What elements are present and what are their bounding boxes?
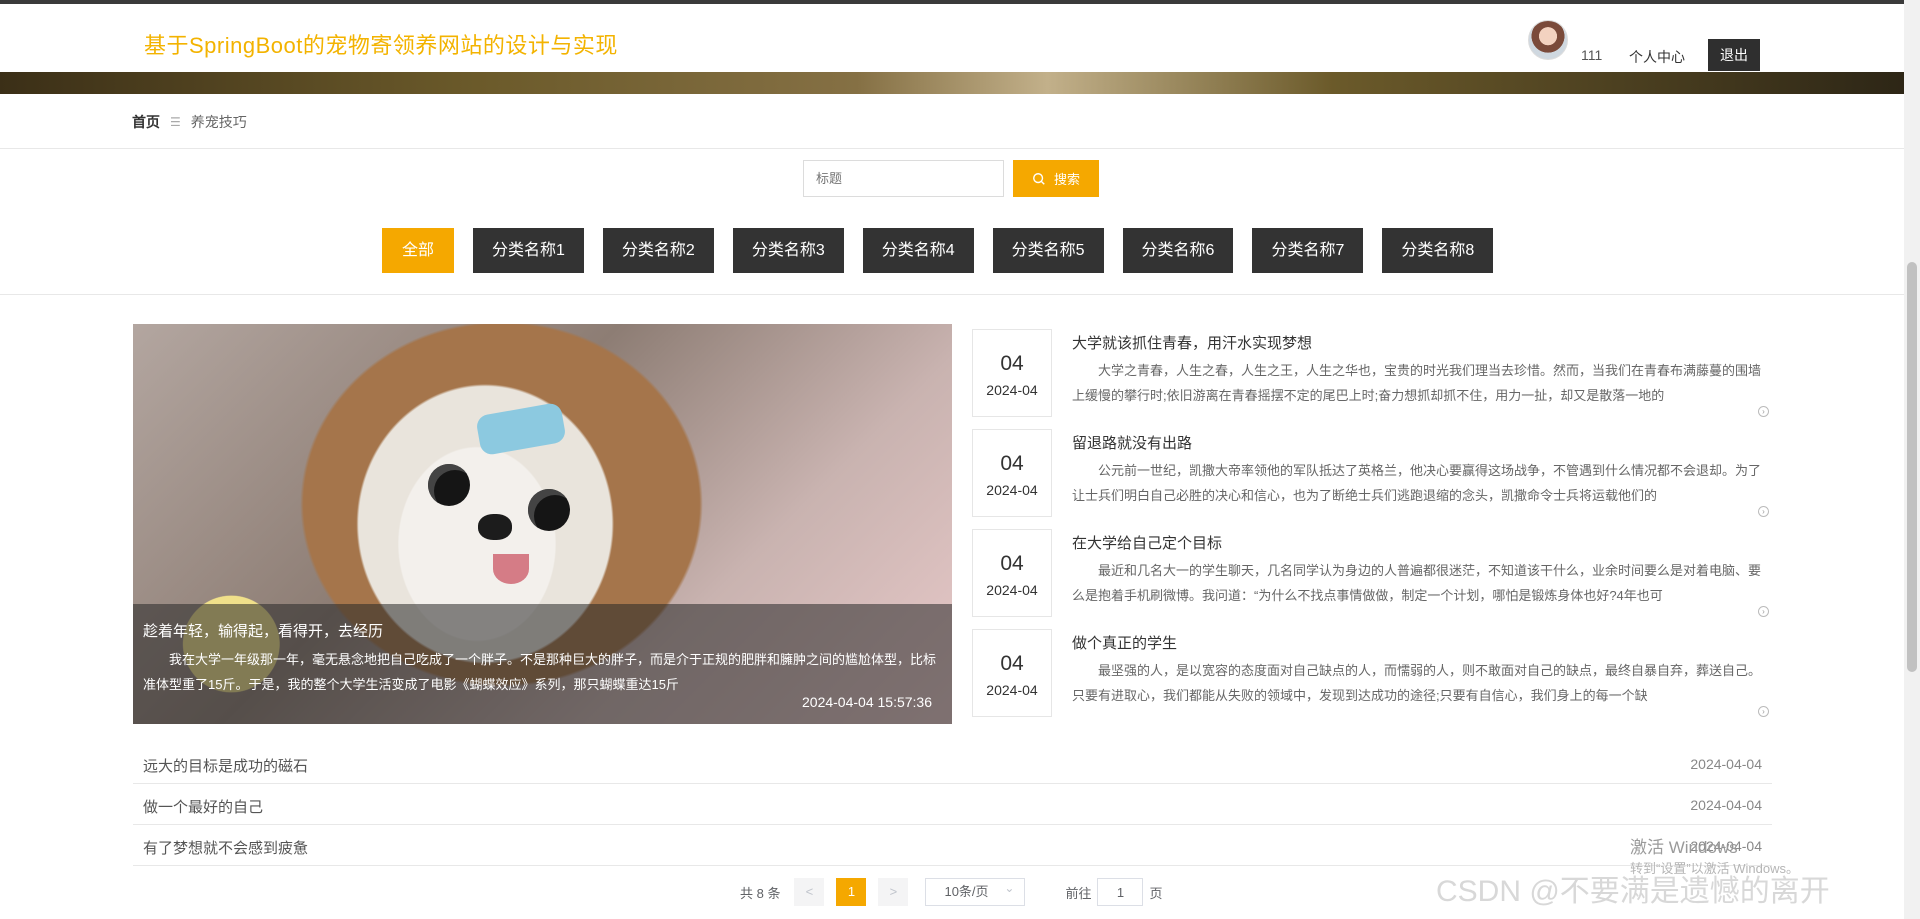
pagination-next-button[interactable]: > xyxy=(878,878,909,906)
news-description: 公元前一世纪，凯撒大帝率领他的军队抵达了英格兰，他决心要赢得这场战争，不管遇到什… xyxy=(1072,463,1762,503)
date-month: 2024-04 xyxy=(986,582,1038,598)
divider xyxy=(0,148,1904,149)
featured-time: 2024-04-04 15:57:36 xyxy=(802,694,932,710)
search-icon xyxy=(1033,172,1045,185)
user-avatar[interactable] xyxy=(1528,20,1568,60)
date-day: 04 xyxy=(1000,552,1024,575)
pagination-page-1[interactable]: 1 xyxy=(836,878,867,906)
breadcrumb-separator-icon: ☰ xyxy=(170,115,181,129)
news-description: 最坚强的人，是以宽容的态度面对自己缺点的人，而懦弱的人，则不敢面对自己的缺点，最… xyxy=(1072,663,1762,703)
header-bar: 基于SpringBoot的宠物寄领养网站的设计与实现 111 个人中心 退出 xyxy=(0,4,1904,72)
arrow-right-icon[interactable]: › xyxy=(1758,606,1769,617)
list-item-date: 2024-04-04 xyxy=(1690,797,1762,813)
site-title[interactable]: 基于SpringBoot的宠物寄领养网站的设计与实现 xyxy=(144,28,618,60)
date-box: 04 2024-04 xyxy=(972,529,1052,617)
date-box: 04 2024-04 xyxy=(972,629,1052,717)
divider xyxy=(0,294,1904,295)
list-item-title[interactable]: 远大的目标是成功的磁石 xyxy=(143,755,308,776)
list-item-title[interactable]: 有了梦想就不会感到疲惫 xyxy=(143,837,308,858)
category-tab-4[interactable]: 分类名称4 xyxy=(862,228,974,273)
news-item[interactable]: 04 2024-04 做个真正的学生 最坚强的人，是以宽容的态度面对自己缺点的人… xyxy=(972,624,1772,717)
list-item-title[interactable]: 做一个最好的自己 xyxy=(143,796,263,817)
dog-nose-shape xyxy=(478,514,512,540)
featured-title: 趁着年轻，输得起，看得开，去经历 xyxy=(143,623,384,640)
breadcrumb-current: 养宠技巧 xyxy=(190,114,247,130)
featured-description: 我在大学一年级那一年，毫无悬念地把自己吃成了一个胖子。不是那种巨大的胖子，而是介… xyxy=(143,652,937,692)
list-item[interactable]: 远大的目标是成功的磁石 2024-04-04 xyxy=(133,743,1772,784)
date-box: 04 2024-04 xyxy=(972,329,1052,417)
search-button-label: 搜索 xyxy=(1053,172,1080,187)
date-box: 04 2024-04 xyxy=(972,429,1052,517)
news-item[interactable]: 04 2024-04 留退路就没有出路 公元前一世纪，凯撒大帝率领他的军队抵达了… xyxy=(972,424,1772,517)
pagination: 共 8 条 < 1 > 10条/页 前往 页 xyxy=(740,875,1163,906)
category-tab-3[interactable]: 分类名称3 xyxy=(732,228,844,273)
page-root: 基于SpringBoot的宠物寄领养网站的设计与实现 111 个人中心 退出 首… xyxy=(0,0,1920,919)
arrow-right-icon[interactable]: › xyxy=(1758,406,1769,417)
pagination-goto-label: 前往 xyxy=(1065,885,1092,901)
dog-eye-shape xyxy=(428,464,470,506)
date-month: 2024-04 xyxy=(986,682,1038,698)
arrow-right-icon[interactable]: › xyxy=(1758,706,1769,717)
news-description: 最近和几名大一的学生聊天，几名同学认为身边的人普遍都很迷茫，不知道该干什么，业余… xyxy=(1072,563,1762,603)
breadcrumb: 首页 ☰ 养宠技巧 xyxy=(132,112,247,132)
date-month: 2024-04 xyxy=(986,482,1038,498)
date-day: 04 xyxy=(1000,652,1024,675)
category-tab-2[interactable]: 分类名称2 xyxy=(602,228,714,273)
dog-tongue-shape xyxy=(493,554,529,584)
pagination-page-unit: 页 xyxy=(1149,885,1163,901)
breadcrumb-home[interactable]: 首页 xyxy=(132,112,160,132)
category-tabs: 全部 分类名称1 分类名称2 分类名称3 分类名称4 分类名称5 分类名称6 分… xyxy=(382,228,1494,273)
news-item[interactable]: 04 2024-04 在大学给自己定个目标 最近和几名大一的学生聊天，几名同学认… xyxy=(972,524,1772,617)
user-center-link[interactable]: 个人中心 xyxy=(1629,47,1685,67)
list-item-date: 2024-04-04 xyxy=(1690,756,1762,772)
category-tab-7[interactable]: 分类名称7 xyxy=(1252,228,1364,273)
date-day: 04 xyxy=(1000,352,1024,375)
pagination-total: 共 8 条 xyxy=(740,885,781,901)
hair-clip-shape xyxy=(475,401,567,457)
page-size-select[interactable]: 10条/页 xyxy=(925,875,1026,906)
windows-activate-watermark: 激活 Windows xyxy=(1630,838,1738,857)
category-tab-1[interactable]: 分类名称1 xyxy=(473,228,584,273)
list-item[interactable]: 做一个最好的自己 2024-04-04 xyxy=(133,784,1772,825)
featured-article[interactable]: 趁着年轻，输得起，看得开，去经历 我在大学一年级那一年，毫无悬念地把自己吃成了一… xyxy=(133,324,952,724)
category-tab-8[interactable]: 分类名称8 xyxy=(1382,228,1494,273)
user-name: 111 xyxy=(1581,47,1603,63)
category-tab-all[interactable]: 全部 xyxy=(382,228,454,273)
date-day: 04 xyxy=(1000,452,1024,475)
category-tab-6[interactable]: 分类名称6 xyxy=(1122,228,1234,273)
news-title[interactable]: 大学就该抓住青春，用汗水实现梦想 xyxy=(1072,332,1312,353)
dog-eye-shape xyxy=(528,489,570,531)
news-title[interactable]: 做个真正的学生 xyxy=(1072,632,1177,653)
search-button[interactable]: 搜索 xyxy=(1013,160,1099,197)
list-item[interactable]: 有了梦想就不会感到疲惫 2024-04-04 xyxy=(133,825,1772,866)
news-description: 大学之青春，人生之春，人生之王，人生之华也，宝贵的时光我们理当去珍惜。然而，当我… xyxy=(1072,363,1762,403)
category-tab-5[interactable]: 分类名称5 xyxy=(992,228,1104,273)
pagination-goto-input[interactable] xyxy=(1097,878,1144,906)
csdn-watermark: CSDN @不要满是遗憾的离开 xyxy=(1436,875,1830,908)
pagination-prev-button[interactable]: < xyxy=(794,878,825,906)
arrow-right-icon[interactable]: › xyxy=(1758,506,1769,517)
news-item[interactable]: 04 2024-04 大学就该抓住青春，用汗水实现梦想 大学之青春，人生之春，人… xyxy=(972,324,1772,417)
search-input[interactable] xyxy=(803,160,1004,197)
news-title[interactable]: 在大学给自己定个目标 xyxy=(1072,532,1222,553)
scrollbar-thumb[interactable] xyxy=(1907,262,1917,672)
news-title[interactable]: 留退路就没有出路 xyxy=(1072,432,1192,453)
date-month: 2024-04 xyxy=(986,382,1038,398)
logout-button[interactable]: 退出 xyxy=(1708,39,1760,71)
